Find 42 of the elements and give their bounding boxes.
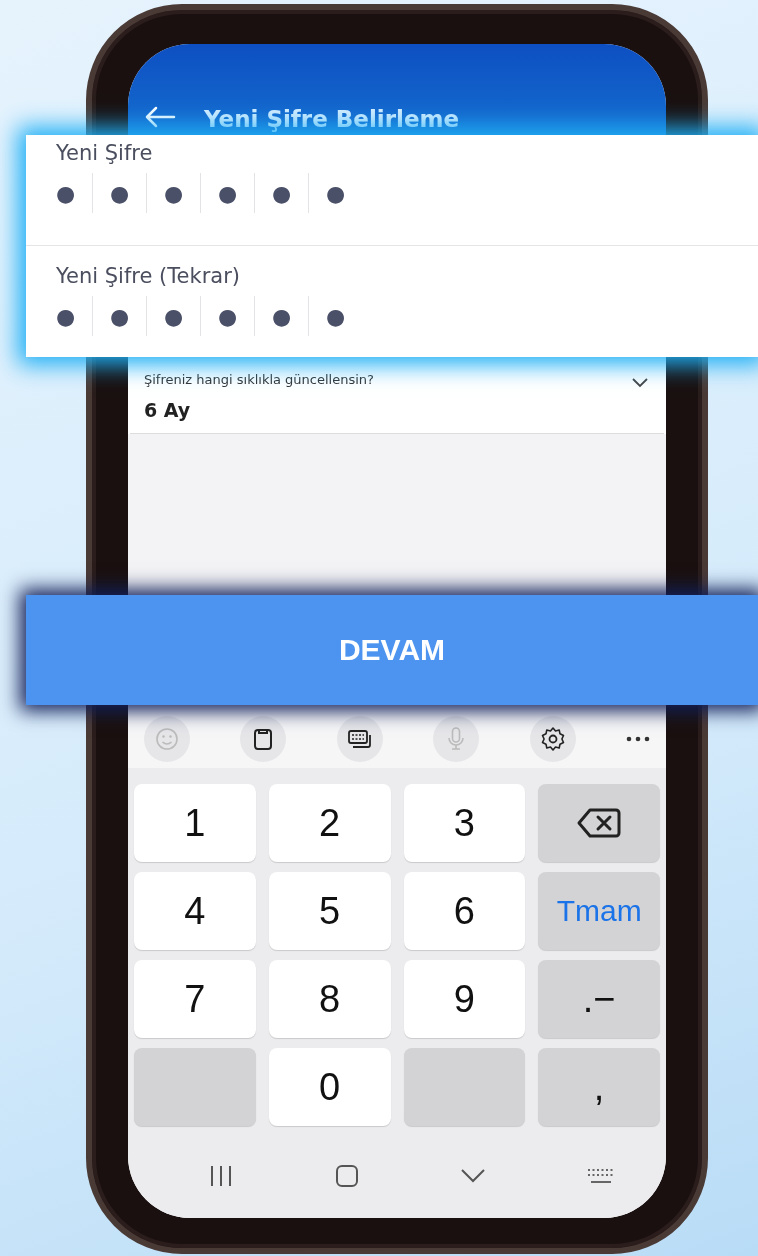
recent-apps-icon[interactable] (209, 1165, 233, 1187)
symbol-key[interactable]: .− (538, 960, 660, 1038)
masked-digit: ● (200, 296, 254, 336)
digit-key[interactable]: 5 (268, 872, 391, 950)
home-icon[interactable] (335, 1165, 359, 1187)
more-icon[interactable] (625, 736, 650, 742)
field-label: Şifreniz hangi sıklıkla güncellensin? (144, 372, 374, 387)
field-value: 6 Ay (144, 399, 192, 421)
backspace-key[interactable] (538, 784, 660, 862)
digit-key[interactable]: 1 (134, 784, 256, 862)
screen-title: Yeni Şifre Belirleme (204, 106, 460, 132)
masked-digit: ● (56, 302, 77, 331)
masked-digit: ● (254, 173, 308, 213)
frequency-dropdown[interactable]: Şifreniz hangi sıklıkla güncellensin? 6 Ay (130, 368, 664, 434)
password-field[interactable]: Yeni Şifre (Tekrar) ● ● ● ● ● ● (26, 245, 758, 357)
digit-key[interactable]: 6 (403, 872, 526, 950)
masked-digit: ● (146, 173, 200, 213)
password-field[interactable]: Yeni Şifre ● ● ● ● ● ● (26, 135, 758, 245)
digit-key[interactable]: 3 (403, 784, 526, 862)
field-label: Yeni Şifre (56, 141, 154, 165)
symbol-key[interactable]: , (538, 1048, 660, 1126)
settings-icon[interactable] (529, 716, 576, 762)
digit-key[interactable]: 2 (268, 784, 391, 862)
keyboard-icon[interactable] (336, 716, 383, 762)
digit-key[interactable]: 0 (268, 1048, 391, 1126)
chevron-down-icon (632, 377, 648, 388)
digit-key[interactable]: 7 (134, 960, 256, 1038)
masked-digit: ● (308, 296, 362, 336)
digit-key[interactable]: 8 (268, 960, 391, 1038)
masked-digit: ● (308, 173, 362, 213)
masked-digit: ● (200, 173, 254, 213)
clipboard-icon[interactable] (240, 716, 287, 762)
masked-digit: ● (56, 179, 77, 208)
masked-digit: ● (146, 296, 200, 336)
back-arrow-icon[interactable] (144, 106, 176, 128)
masked-digit: ● (254, 296, 308, 336)
masked-digit: ● (92, 296, 146, 336)
backspace-icon (577, 808, 622, 838)
field-label: Yeni Şifre (Tekrar) (56, 264, 241, 288)
digit-key[interactable]: 9 (403, 960, 526, 1038)
masked-digit: ● (92, 173, 146, 213)
digit-key[interactable]: 4 (134, 872, 256, 950)
